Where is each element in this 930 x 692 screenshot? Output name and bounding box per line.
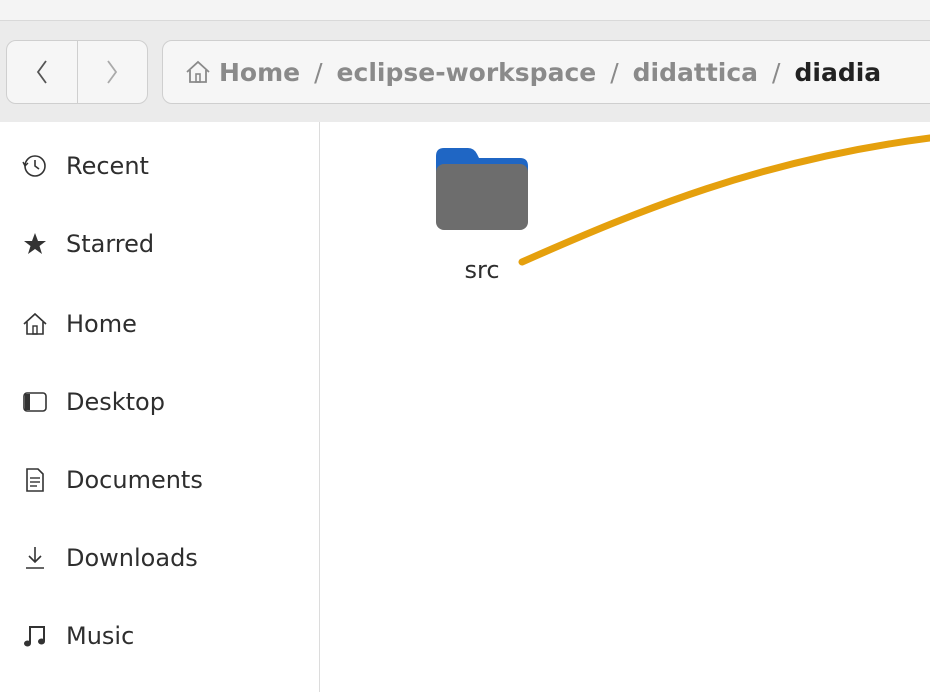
breadcrumb-item-diadia[interactable]: diadia (794, 58, 881, 87)
sidebar-item-label: Downloads (66, 544, 198, 572)
folder-item[interactable]: src (434, 146, 530, 284)
download-icon (26, 547, 44, 569)
sidebar-item-label: Starred (66, 230, 155, 258)
sidebar-item-label: Recent (66, 152, 149, 180)
sidebar-item-label: Documents (66, 466, 203, 494)
star-icon (24, 233, 46, 254)
chevron-left-icon (36, 60, 47, 84)
navigation-buttons (6, 40, 148, 104)
header-bar: Home / eclipse-workspace / didattica / d… (0, 0, 930, 123)
chevron-right-icon (107, 60, 118, 84)
sidebar-item-documents[interactable]: Documents (22, 466, 203, 494)
forward-button[interactable] (76, 41, 148, 103)
breadcrumb: Home / eclipse-workspace / didattica / d… (162, 40, 930, 104)
sidebar-item-desktop[interactable]: Desktop (22, 388, 165, 416)
sidebar-item-starred[interactable]: Starred (22, 230, 154, 258)
breadcrumb-item-home: Home (219, 57, 301, 87)
sidebar-item-home[interactable]: Home (22, 310, 137, 338)
folder-icon (436, 148, 528, 230)
sidebar-item-music[interactable]: Music (22, 622, 134, 650)
header-divider (0, 20, 930, 21)
sidebar-item-label: Home (66, 310, 137, 338)
folder-label: src (464, 256, 500, 284)
file-view: src (320, 122, 930, 692)
document-icon (26, 468, 44, 492)
clock-icon (22, 155, 46, 177)
breadcrumb-home[interactable]: Home (185, 58, 300, 87)
sidebar: Recent Starred Home Desktop Documents Do… (0, 122, 320, 692)
breadcrumb-item-eclipse-workspace[interactable]: eclipse-workspace (337, 58, 597, 87)
sidebar-item-label: Desktop (66, 388, 165, 416)
sidebar-item-recent[interactable]: Recent (22, 152, 149, 180)
sidebar-item-label: Music (66, 622, 135, 650)
breadcrumb-separator: / (314, 57, 323, 87)
home-icon (186, 60, 210, 83)
sidebar-item-downloads[interactable]: Downloads (22, 544, 198, 572)
breadcrumb-separator: / (610, 57, 619, 87)
music-note-icon (24, 626, 45, 647)
breadcrumb-separator: / (772, 57, 781, 87)
back-button[interactable] (7, 41, 77, 103)
desktop-icon (23, 392, 47, 412)
home-icon (23, 312, 47, 335)
breadcrumb-item-didattica[interactable]: didattica (633, 58, 758, 87)
